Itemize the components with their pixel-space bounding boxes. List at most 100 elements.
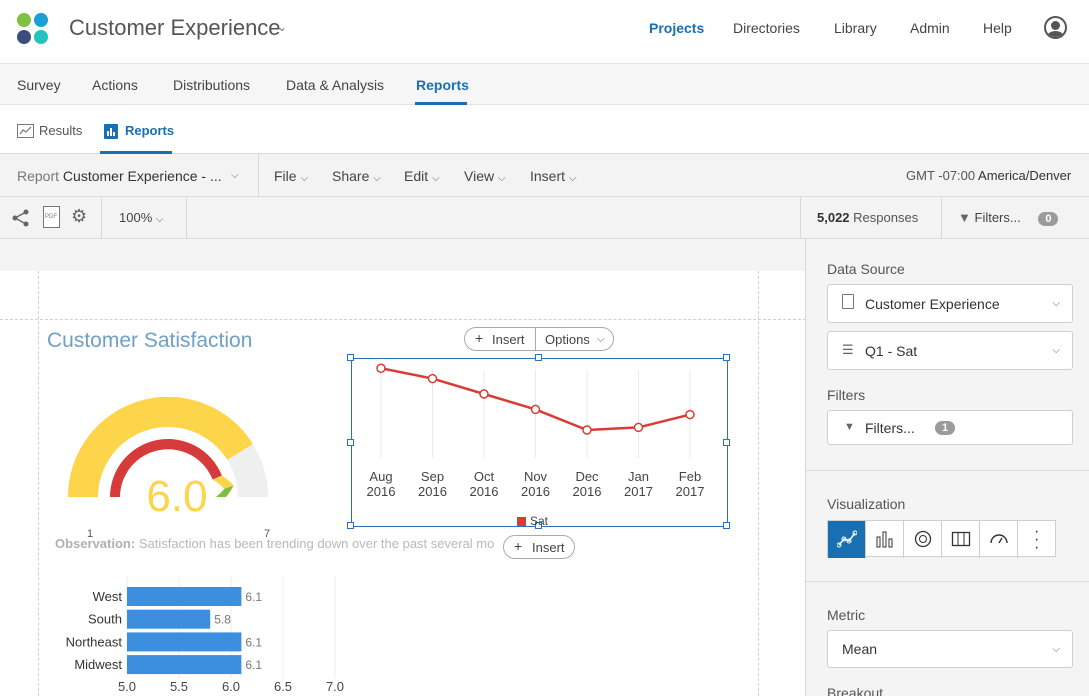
- insert-label: Insert: [492, 332, 525, 347]
- edit-widget-panel: Data Source Customer Experience ⌵ ☰ Q1 -…: [805, 239, 1089, 696]
- chevron-down-icon[interactable]: ⌄: [277, 20, 287, 34]
- x-tick-label: 5.5: [170, 679, 188, 694]
- page-margin: [0, 319, 806, 320]
- bar[interactable]: [127, 655, 242, 675]
- options-button[interactable]: Options ⌵: [537, 328, 613, 350]
- table-viz-button[interactable]: [942, 521, 980, 558]
- pie-chart-icon: [914, 530, 932, 548]
- metric-value: Mean: [842, 641, 878, 657]
- bar-chart-viz-button[interactable]: [866, 521, 904, 558]
- subtab-results[interactable]: Results: [17, 122, 87, 142]
- gauge-viz-button[interactable]: [980, 521, 1018, 558]
- observation-text[interactable]: Observation: Satisfaction has been trend…: [55, 536, 510, 551]
- observation-body: Satisfaction has been trending down over…: [138, 536, 495, 551]
- menu-share-label: Share: [332, 168, 370, 184]
- nav-help[interactable]: Help: [983, 20, 1012, 36]
- pdf-icon-label: PDF: [45, 214, 57, 220]
- bar[interactable]: [127, 587, 242, 606]
- tab-data-analysis[interactable]: Data & Analysis: [286, 77, 384, 93]
- line-chart-viz-button[interactable]: [828, 521, 866, 558]
- data-point[interactable]: [427, 373, 438, 384]
- x-tick-label: 2017: [676, 484, 705, 499]
- x-tick-label: 2016: [521, 484, 550, 499]
- more-visualizations-button[interactable]: · · ·: [1018, 521, 1056, 558]
- menu-edit[interactable]: Edit ⌵: [404, 168, 440, 184]
- share-icon[interactable]: [12, 209, 30, 227]
- project-tabs: Survey Actions Distributions Data & Anal…: [0, 64, 1089, 105]
- legend-swatch: [517, 517, 526, 526]
- data-point[interactable]: [376, 363, 386, 374]
- x-tick-label: Nov: [524, 469, 548, 484]
- observation-label: Observation:: [55, 536, 136, 551]
- plus-icon: +: [475, 330, 484, 346]
- question-select[interactable]: ☰ Q1 - Sat ⌵: [827, 331, 1073, 370]
- insert-bottom-button[interactable]: + Insert: [503, 535, 575, 559]
- subtab-reports[interactable]: Reports: [104, 122, 174, 142]
- survey-icon: [842, 294, 854, 309]
- logo-icon[interactable]: [17, 13, 51, 47]
- project-title[interactable]: Customer Experience: [69, 15, 281, 41]
- divider: [258, 154, 259, 197]
- tab-actions[interactable]: Actions: [92, 77, 138, 93]
- x-tick-label: 2016: [573, 484, 602, 499]
- data-point[interactable]: [530, 404, 541, 415]
- nav-library[interactable]: Library: [834, 20, 877, 36]
- menu-view[interactable]: View ⌵: [464, 168, 506, 184]
- gauge-chart: 6.0 1 7: [67, 396, 270, 539]
- insert-button[interactable]: + Insert: [465, 328, 536, 350]
- chevron-down-icon: ⌵: [1052, 644, 1060, 655]
- bar[interactable]: [127, 609, 211, 629]
- y-category-label: West: [93, 589, 123, 604]
- tab-reports[interactable]: Reports: [416, 77, 469, 93]
- menu-insert[interactable]: Insert ⌵: [530, 168, 577, 184]
- data-point[interactable]: [685, 409, 695, 420]
- responses-label: Responses: [853, 210, 919, 225]
- widget-title[interactable]: Customer Satisfaction: [47, 329, 252, 353]
- bar[interactable]: [127, 632, 242, 652]
- zoom-selector[interactable]: 100% ⌵: [119, 210, 163, 225]
- data-point[interactable]: [582, 425, 592, 435]
- filter-icon: ▼: [844, 421, 855, 433]
- divider: [941, 197, 942, 239]
- table-icon: [951, 531, 971, 547]
- filters-button[interactable]: ▼ Filters... 0: [958, 210, 1059, 226]
- app-root: Customer Experience ⌄ Projects Directori…: [0, 0, 1089, 696]
- bar-data-label: 6.1: [245, 635, 262, 649]
- filters-label: Filters...: [974, 210, 1021, 225]
- pie-chart-viz-button[interactable]: [904, 521, 942, 558]
- widget-filters-button[interactable]: ▼ Filters... 1: [827, 410, 1073, 445]
- gear-icon[interactable]: ⚙: [71, 206, 87, 227]
- gauge-icon: [990, 534, 1008, 544]
- widget-filters-count: 1: [935, 421, 956, 435]
- user-avatar-icon[interactable]: [1044, 16, 1067, 39]
- report-selector[interactable]: Report Customer Experience - ... ⌵: [17, 168, 247, 186]
- widget-filters-label: Filters...: [865, 420, 915, 436]
- subtab-reports-label: Reports: [125, 123, 175, 138]
- nav-directories[interactable]: Directories: [733, 20, 800, 36]
- zoom-value: 100%: [119, 210, 153, 225]
- y-category-label: Midwest: [74, 657, 122, 672]
- x-tick-label: 2016: [367, 484, 396, 499]
- data-source-select[interactable]: Customer Experience ⌵: [827, 284, 1073, 323]
- data-point[interactable]: [479, 389, 489, 399]
- x-tick-label: Oct: [474, 469, 495, 484]
- menu-share[interactable]: Share ⌵: [332, 168, 381, 184]
- page-margin: [38, 271, 39, 696]
- x-tick-label: Feb: [679, 469, 701, 484]
- bar-chart: 5.0 5.5 6.0 6.5 7.0 West 6.1 South 5.8 Northeast 6…: [66, 576, 344, 694]
- menu-file[interactable]: File ⌵: [274, 168, 308, 184]
- line-chart-icon: [837, 530, 857, 548]
- data-point[interactable]: [633, 422, 644, 433]
- tab-distributions[interactable]: Distributions: [173, 77, 250, 93]
- pdf-icon[interactable]: PDF: [43, 206, 60, 228]
- x-tick-label: Sep: [421, 469, 444, 484]
- report-toolbar: Report Customer Experience - ... ⌵ File …: [0, 154, 1089, 197]
- nav-admin[interactable]: Admin: [910, 20, 950, 36]
- bar-data-label: 6.1: [245, 658, 262, 672]
- insert-bottom-label: Insert: [532, 540, 565, 555]
- metric-select[interactable]: Mean ⌵: [827, 630, 1073, 668]
- tab-survey[interactable]: Survey: [17, 77, 61, 93]
- x-tick-label: 2016: [470, 484, 499, 499]
- nav-projects[interactable]: Projects: [649, 20, 704, 36]
- x-tick-label: Aug: [369, 469, 392, 484]
